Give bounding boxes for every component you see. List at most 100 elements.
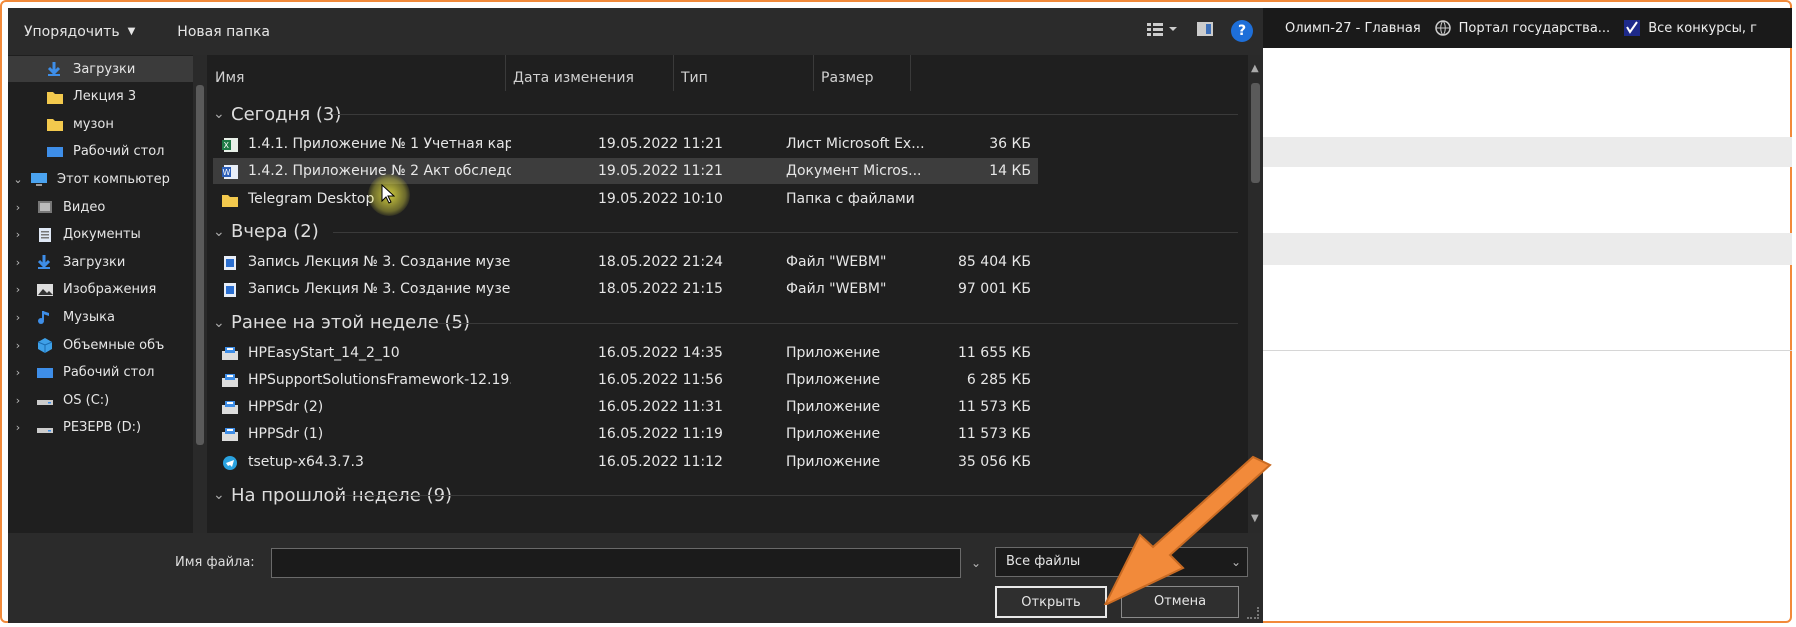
chevron-down-icon: ▼ xyxy=(127,26,136,37)
column-separator[interactable] xyxy=(813,55,814,91)
new-folder-button[interactable]: Новая папка xyxy=(161,24,286,40)
bookmark-contests[interactable]: Все конкурсы, г xyxy=(1624,20,1757,36)
nav-item[interactable]: › Изображения xyxy=(8,277,193,303)
chevron-right-icon[interactable]: › xyxy=(10,421,26,434)
nav-item-label: музон xyxy=(73,116,114,132)
file-row[interactable]: HPSupportSolutionsFramework-12.19.53....… xyxy=(213,367,1038,393)
resize-grip[interactable] xyxy=(1247,607,1259,619)
column-label: Размер xyxy=(821,70,874,86)
filename-label: Имя файла: xyxy=(175,555,255,570)
chevron-right-icon[interactable]: › xyxy=(10,311,26,324)
file-row[interactable]: tsetup-x64.3.7.3 16.05.2022 11:12 Приложен… xyxy=(213,449,1038,475)
nav-item[interactable]: Лекция 3 xyxy=(8,84,193,110)
chevron-up-icon[interactable]: ▲ xyxy=(1251,63,1259,74)
column-label: Имя xyxy=(215,70,245,86)
file-row[interactable]: Telegram Desktop 19.05.2022 10:10 Папка с … xyxy=(213,186,1038,212)
bookmark-portal[interactable]: Портал государства... xyxy=(1434,20,1610,36)
folder-icon xyxy=(46,89,64,105)
chevron-right-icon[interactable]: › xyxy=(10,339,26,352)
preview-pane-button[interactable] xyxy=(1197,22,1213,40)
file-row[interactable]: HPPSdr (1) 16.05.2022 11:19 Приложение 11 5… xyxy=(213,421,1038,447)
column-header-size[interactable]: Размер xyxy=(821,55,911,101)
file-date: 16.05.2022 11:12 xyxy=(598,453,723,470)
organize-button[interactable]: Упорядочить ▼ xyxy=(8,24,151,40)
nav-item[interactable]: › Музыка xyxy=(8,304,193,330)
mouse-cursor-icon xyxy=(381,184,395,204)
nav-item[interactable]: ⌄ Этот компьютер xyxy=(8,166,193,192)
chevron-right-icon[interactable]: › xyxy=(10,366,26,379)
file-row[interactable]: Запись Лекция № 3. Создание музея. 2... 1… xyxy=(213,249,1038,275)
nav-item[interactable]: › OS (C:) xyxy=(8,387,193,413)
telegram-icon xyxy=(221,454,239,470)
nav-item-label: Этот компьютер xyxy=(57,171,170,187)
nav-item-label: Рабочий стол xyxy=(73,144,165,160)
nav-item[interactable]: музон xyxy=(8,111,193,137)
nav-item[interactable]: › Документы xyxy=(8,222,193,248)
group-header[interactable]: ⌄ Сегодня (3) xyxy=(213,99,341,129)
chevron-down-icon: ⌄ xyxy=(213,223,225,240)
column-label: Тип xyxy=(681,70,708,86)
chevron-right-icon[interactable]: › xyxy=(10,256,26,269)
column-header-date[interactable]: Дата изменения xyxy=(513,55,673,101)
file-row[interactable]: Запись Лекция № 3. Создание музея. 2... 1… xyxy=(213,276,1038,302)
file-name: HPSupportSolutionsFramework-12.19.53.... xyxy=(248,371,511,388)
scroll-thumb[interactable] xyxy=(1251,83,1260,183)
file-name-cell: HPPSdr (1) xyxy=(221,421,511,447)
group-header[interactable]: ⌄ Вчера (2) xyxy=(213,217,319,247)
file-name: Запись Лекция № 3. Создание музея. 2... xyxy=(248,253,511,270)
nav-item[interactable]: › Рабочий стол xyxy=(8,360,193,386)
view-options-button[interactable] xyxy=(1147,21,1179,41)
page-divider xyxy=(1247,350,1792,351)
file-name-cell: W1.4.2. Приложение № 2 Акт обследован... xyxy=(221,158,511,184)
column-header-type[interactable]: Тип xyxy=(681,55,811,101)
navigation-pane: Загрузки Лекция 3 музон Рабочий стол ⌄ Этот к… xyxy=(8,55,208,533)
chevron-right-icon[interactable]: › xyxy=(10,394,26,407)
nav-item-label: OS (C:) xyxy=(63,392,110,408)
nav-item[interactable]: › Объемные объ xyxy=(8,332,193,358)
nav-item-label: Рабочий стол xyxy=(63,365,155,381)
nav-item[interactable]: Рабочий стол xyxy=(8,139,193,165)
nav-item[interactable]: › Загрузки xyxy=(8,249,193,275)
file-row[interactable]: W1.4.2. Приложение № 2 Акт обследован...… xyxy=(213,158,1038,185)
download-arrow-icon xyxy=(36,254,54,270)
file-date: 19.05.2022 11:21 xyxy=(598,163,723,180)
nav-item-label: Объемные объ xyxy=(63,337,165,353)
file-size: 35 056 КБ xyxy=(958,453,1031,470)
chevron-right-icon[interactable]: › xyxy=(10,228,26,241)
music-note-icon xyxy=(36,309,54,325)
nav-item-label: Загрузки xyxy=(63,254,126,270)
group-divider xyxy=(428,322,1238,324)
chevron-right-icon[interactable]: › xyxy=(10,201,26,214)
bookmark-olimp[interactable]: Олимп-27 - Главная xyxy=(1261,20,1421,36)
folder-icon xyxy=(46,116,64,132)
chevron-down-icon[interactable]: ⌄ xyxy=(963,548,989,578)
chevron-right-icon[interactable]: › xyxy=(10,283,26,296)
help-icon[interactable]: ? xyxy=(1231,20,1253,42)
pictures-icon xyxy=(36,282,54,298)
bookmark-label: Все конкурсы, г xyxy=(1648,20,1757,36)
file-name-cell: X 1.4.1. Приложение № 1 Учетная карточ... xyxy=(221,131,511,157)
nav-item[interactable]: › Видео xyxy=(8,194,193,220)
nav-item[interactable]: › РЕЗЕРВ (D:) xyxy=(8,415,193,441)
column-separator[interactable] xyxy=(910,55,911,91)
file-row[interactable]: X 1.4.1. Приложение № 1 Учетная карточ...… xyxy=(213,131,1038,157)
nav-item[interactable]: Загрузки xyxy=(8,56,193,82)
chevron-down-icon[interactable]: ⌄ xyxy=(10,173,26,186)
nav-scroll-thumb[interactable] xyxy=(196,85,204,445)
file-date: 16.05.2022 11:31 xyxy=(598,399,723,416)
file-date: 16.05.2022 11:19 xyxy=(598,426,723,443)
nav-item-label: Лекция 3 xyxy=(73,89,137,105)
group-divider xyxy=(333,114,1238,115)
filename-input[interactable] xyxy=(271,548,961,578)
file-date: 19.05.2022 11:21 xyxy=(598,136,723,152)
file-row[interactable]: HPEasyStart_14_2_10 16.05.2022 14:35 Прило… xyxy=(213,340,1038,366)
nav-scrollbar[interactable] xyxy=(193,55,207,533)
word-file-icon: W xyxy=(221,163,239,180)
column-separator[interactable] xyxy=(505,55,506,91)
column-separator[interactable] xyxy=(673,55,674,91)
file-row[interactable]: HPPSdr (2) 16.05.2022 11:31 Приложение 11 5… xyxy=(213,394,1038,420)
video-icon xyxy=(36,199,54,215)
group-label: Сегодня (3) xyxy=(231,103,342,125)
bookmarks-bar: Олимп-27 - Главная Портал государства...… xyxy=(1247,8,1792,48)
column-header-name[interactable]: Имя xyxy=(213,55,513,101)
